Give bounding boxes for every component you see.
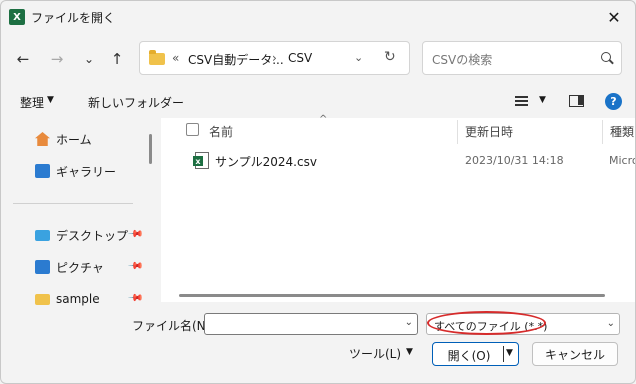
refresh-icon[interactable]: ↻ [384, 49, 396, 65]
back-button[interactable]: ← [12, 48, 34, 70]
sidebar-item-desktop[interactable]: デスクトップ [35, 225, 128, 245]
close-button[interactable]: ✕ [591, 1, 635, 33]
up-folder-button[interactable]: ↑ [106, 48, 128, 70]
navigation-pane: ホーム ギャラリー デスクトップ 📌 ピクチャ 📌 sample 📌 [1, 118, 161, 307]
overflow-chevron-icon[interactable]: « [172, 51, 179, 65]
title-bar: X ファイルを開く ✕ [1, 1, 635, 33]
sidebar-item-label: ギャラリー [56, 164, 117, 179]
column-divider[interactable] [457, 120, 458, 144]
new-folder-button[interactable]: 新しいフォルダー [88, 94, 184, 111]
file-type: Micro [609, 154, 636, 167]
folder-icon [35, 293, 50, 305]
desktop-icon [35, 229, 50, 241]
caret-down-icon[interactable]: ▼ [539, 95, 546, 105]
sidebar-item-gallery[interactable]: ギャラリー [35, 161, 116, 181]
pin-icon: 📌 [126, 290, 144, 307]
command-bar: 整理 ▼ 新しいフォルダー ▼ ? [1, 88, 635, 116]
forward-button[interactable]: → [46, 48, 68, 70]
picture-icon [35, 260, 50, 274]
open-button-label: 開く(O) [447, 349, 491, 363]
chevron-down-icon[interactable]: ⌄ [405, 317, 413, 328]
address-bar[interactable]: « CSV自動データ... › CSV ⌄ ↻ [139, 41, 410, 75]
search-input[interactable]: CSVの検索 [432, 51, 492, 68]
column-divider[interactable] [602, 120, 603, 144]
sidebar-item-sample[interactable]: sample [35, 289, 100, 309]
breadcrumb-separator-icon[interactable]: › [272, 51, 277, 65]
gallery-icon [35, 164, 50, 178]
split-divider [503, 346, 504, 362]
chevron-down-icon[interactable]: ⌄ [607, 318, 615, 329]
breadcrumb-segment-current[interactable]: CSV [288, 51, 312, 65]
sidebar-item-pictures[interactable]: ピクチャ [35, 257, 104, 277]
column-header-date[interactable]: 更新日時 [465, 123, 513, 140]
cancel-button[interactable]: キャンセル [532, 342, 618, 366]
file-name: サンプル2024.csv [215, 155, 317, 169]
search-icon[interactable] [601, 52, 611, 62]
pin-icon: 📌 [126, 226, 144, 243]
horizontal-scrollbar[interactable] [179, 294, 605, 297]
breadcrumb-segment[interactable]: CSV自動データ... [188, 51, 284, 68]
file-list: 名前 ^ 更新日時 種類 サンプル2024.csv 2023/10/31 14:… [161, 114, 636, 302]
help-icon[interactable]: ? [605, 93, 622, 110]
preview-pane-icon[interactable] [569, 95, 584, 107]
file-row[interactable]: サンプル2024.csv 2023/10/31 14:18 Micro [161, 149, 636, 173]
pin-icon: 📌 [126, 258, 144, 275]
highlight-ellipse [427, 311, 546, 335]
view-options-icon[interactable] [515, 96, 528, 106]
file-date: 2023/10/31 14:18 [465, 154, 564, 167]
excel-app-icon: X [9, 9, 25, 25]
search-box[interactable]: CSVの検索 [422, 41, 622, 75]
column-header-name[interactable]: 名前 [209, 123, 233, 140]
filename-label: ファイル名(N): [132, 319, 215, 333]
folder-icon [149, 50, 165, 65]
home-icon [35, 132, 50, 146]
caret-down-icon[interactable]: ▼ [506, 348, 513, 358]
file-type-filter-select[interactable]: すべてのファイル (*.*) ⌄ [426, 311, 620, 335]
address-dropdown-icon[interactable]: ⌄ [354, 51, 363, 64]
sidebar-item-label: ピクチャ [56, 260, 104, 275]
sidebar-item-label: ホーム [56, 132, 92, 147]
recent-locations-button[interactable]: ⌄ [78, 48, 100, 70]
sidebar-item-label: デスクトップ [56, 228, 129, 243]
tools-button[interactable]: ツール(L) [349, 345, 401, 362]
window-title: ファイルを開く [31, 11, 116, 25]
sidebar-divider [13, 203, 133, 204]
open-file-dialog: X ファイルを開く ✕ ← → ⌄ ↑ « CSV自動データ... › CSV … [0, 0, 636, 384]
sidebar-scrollbar[interactable] [149, 134, 152, 164]
csv-file-icon [193, 152, 209, 169]
sort-ascending-icon: ^ [319, 114, 328, 125]
caret-down-icon[interactable]: ▼ [47, 95, 54, 105]
open-button[interactable]: 開く(O) ▼ [432, 342, 519, 366]
column-header-type[interactable]: 種類 [610, 123, 634, 140]
caret-down-icon[interactable]: ▼ [406, 347, 413, 357]
filename-field[interactable]: ⌄ [204, 313, 418, 335]
organize-button[interactable]: 整理 [20, 94, 44, 111]
sidebar-item-home[interactable]: ホーム [35, 129, 92, 149]
sidebar-item-label: sample [56, 292, 100, 306]
select-all-checkbox[interactable] [186, 123, 199, 136]
